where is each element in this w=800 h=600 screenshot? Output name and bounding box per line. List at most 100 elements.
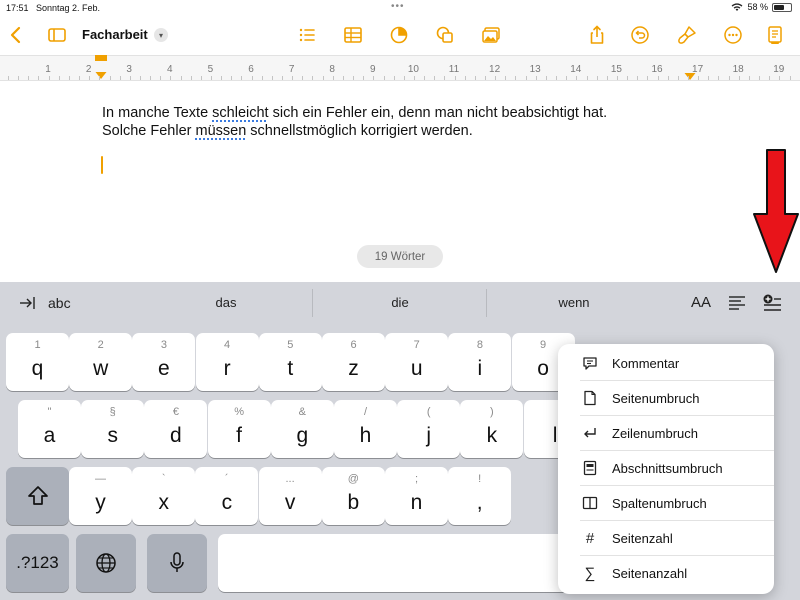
menu-item-abschnittsumbruch[interactable]: Abschnittsumbruch	[580, 451, 774, 486]
dictation-key[interactable]	[147, 534, 207, 592]
document-text[interactable]: In manche Texte schleicht sich ein Fehle…	[102, 104, 607, 140]
space-key[interactable]	[218, 534, 578, 592]
key-y[interactable]: — y	[69, 467, 132, 525]
sidebar-icon[interactable]	[44, 22, 70, 48]
key-,[interactable]: !,	[448, 467, 512, 525]
ruler-tick	[404, 76, 405, 80]
key-g[interactable]: & g	[270, 400, 334, 458]
chart-icon[interactable]	[386, 22, 412, 48]
menu-item-zeilenumbruch[interactable]: Zeilenumbruch	[580, 416, 774, 451]
key-secondary-label: 3	[160, 339, 167, 351]
red-arrow-annotation	[753, 149, 799, 273]
menu-item-seitenzahl[interactable]: # Seitenzahl	[580, 521, 774, 556]
ruler-tick	[333, 76, 334, 80]
key-e[interactable]: 3e	[132, 333, 196, 391]
share-icon[interactable]	[584, 22, 610, 48]
page-icon	[580, 390, 600, 406]
paragraph-line-2[interactable]: Solche Fehler müssen schnellstmöglich ko…	[102, 122, 607, 140]
multitasking-dots-icon[interactable]: •••	[391, 1, 405, 12]
table-icon[interactable]	[340, 22, 366, 48]
key-d[interactable]: € d	[144, 400, 208, 458]
key-b[interactable]: @ b	[321, 467, 385, 525]
hash-icon: #	[585, 529, 595, 547]
key-c[interactable]: ´ c	[195, 467, 259, 525]
undo-icon[interactable]	[627, 22, 653, 48]
key-primary-label: i	[477, 357, 483, 380]
suggestion-word[interactable]: das	[216, 295, 237, 310]
key-n[interactable]: ; n	[385, 467, 448, 525]
key-w[interactable]: 2w	[69, 333, 133, 391]
misspelled-word[interactable]: müssen	[196, 123, 247, 139]
ruler-tick	[323, 76, 324, 80]
paragraph-line-1[interactable]: In manche Texte schleicht sich ein Fehle…	[102, 104, 607, 122]
ruler-tick	[79, 76, 80, 80]
key-i[interactable]: 8i	[448, 333, 512, 391]
ruler-tick	[739, 76, 740, 80]
more-icon[interactable]	[720, 22, 746, 48]
ruler-number: 8	[329, 64, 335, 75]
suggestion-bar: abc das die wenn AA	[0, 282, 800, 324]
ruler-tick	[160, 76, 161, 80]
ruler-tick	[302, 76, 303, 80]
key-z[interactable]: 6z	[322, 333, 385, 391]
key-primary-label: s	[107, 424, 118, 447]
tab-icon[interactable]	[18, 295, 36, 311]
pages-app-screen: 17:51 Sonntag 2. Feb. ••• 58 % Facharbei…	[0, 0, 800, 600]
key-secondary-label: ´	[225, 473, 229, 485]
menu-item-spaltenumbruch[interactable]: Spaltenumbruch	[580, 486, 774, 521]
key-primary-label: y	[95, 491, 106, 514]
numbers-key[interactable]: .?123	[6, 534, 69, 592]
document-icon[interactable]	[762, 22, 788, 48]
back-chevron-icon[interactable]	[3, 22, 29, 48]
document-title[interactable]: Facharbeit	[82, 27, 148, 42]
suggestion-word[interactable]: die	[391, 295, 408, 310]
ruler-number: 19	[773, 64, 785, 75]
insert-icon[interactable]	[762, 293, 782, 313]
ruler-tick	[8, 76, 9, 80]
ruler-tick	[363, 76, 364, 80]
key-s[interactable]: § s	[81, 400, 145, 458]
key-v[interactable]: ... v	[258, 467, 322, 525]
text-run: sich ein Fehler ein, denn man nicht beab…	[268, 105, 608, 121]
ruler-tick	[343, 76, 344, 80]
shift-key[interactable]	[6, 467, 69, 525]
word-count-badge[interactable]: 19 Wörter	[357, 245, 443, 268]
ruler[interactable]: 1 2 3 4 5 6 7 8 9 10 11 12 13 14 15 16 17 18 19	[0, 55, 800, 81]
globe-key[interactable]	[76, 534, 136, 592]
left-indent-marker-icon[interactable]	[94, 55, 108, 81]
misspelled-word[interactable]: schleicht	[212, 105, 268, 121]
ruler-tick	[718, 76, 719, 80]
ruler-tick	[637, 76, 638, 80]
key-u[interactable]: 7u	[385, 333, 449, 391]
ruler-tick	[759, 76, 760, 80]
key-secondary-label: 2	[97, 339, 104, 351]
menu-item-kommentar[interactable]: Kommentar	[580, 346, 774, 381]
sigma-icon: ∑	[584, 565, 596, 582]
ruler-tick	[201, 76, 202, 80]
key-j[interactable]: (j	[397, 400, 461, 458]
brush-icon[interactable]	[674, 22, 700, 48]
abc-label[interactable]: abc	[48, 295, 71, 311]
chevron-down-icon[interactable]: ▾	[154, 28, 168, 42]
list-icon[interactable]	[294, 22, 320, 48]
font-size-button[interactable]: AA	[691, 294, 711, 311]
menu-item-seitenanzahl[interactable]: ∑ Seitenanzahl	[580, 556, 774, 591]
key-f[interactable]: % f	[207, 400, 271, 458]
menu-item-label: Zeilenumbruch	[612, 425, 698, 441]
key-primary-label: r	[223, 357, 231, 380]
media-icon[interactable]	[478, 22, 504, 48]
key-t[interactable]: 5t	[258, 333, 322, 391]
key-h[interactable]: / h	[334, 400, 397, 458]
key-k[interactable]: ) k	[460, 400, 524, 458]
menu-item-seitenumbruch[interactable]: Seitenumbruch	[580, 381, 774, 416]
paragraph-style-icon[interactable]	[727, 295, 747, 311]
key-x[interactable]: ` x	[132, 467, 196, 525]
ruler-tick	[658, 76, 659, 80]
key-q[interactable]: 1q	[6, 333, 69, 391]
shapes-icon[interactable]	[432, 22, 458, 48]
menu-item-label: Spaltenumbruch	[612, 495, 707, 511]
key-a[interactable]: " a	[18, 400, 81, 458]
suggestion-word[interactable]: wenn	[558, 295, 589, 310]
key-r[interactable]: 4r	[195, 333, 259, 391]
document-canvas[interactable]: In manche Texte schleicht sich ein Fehle…	[0, 82, 800, 282]
